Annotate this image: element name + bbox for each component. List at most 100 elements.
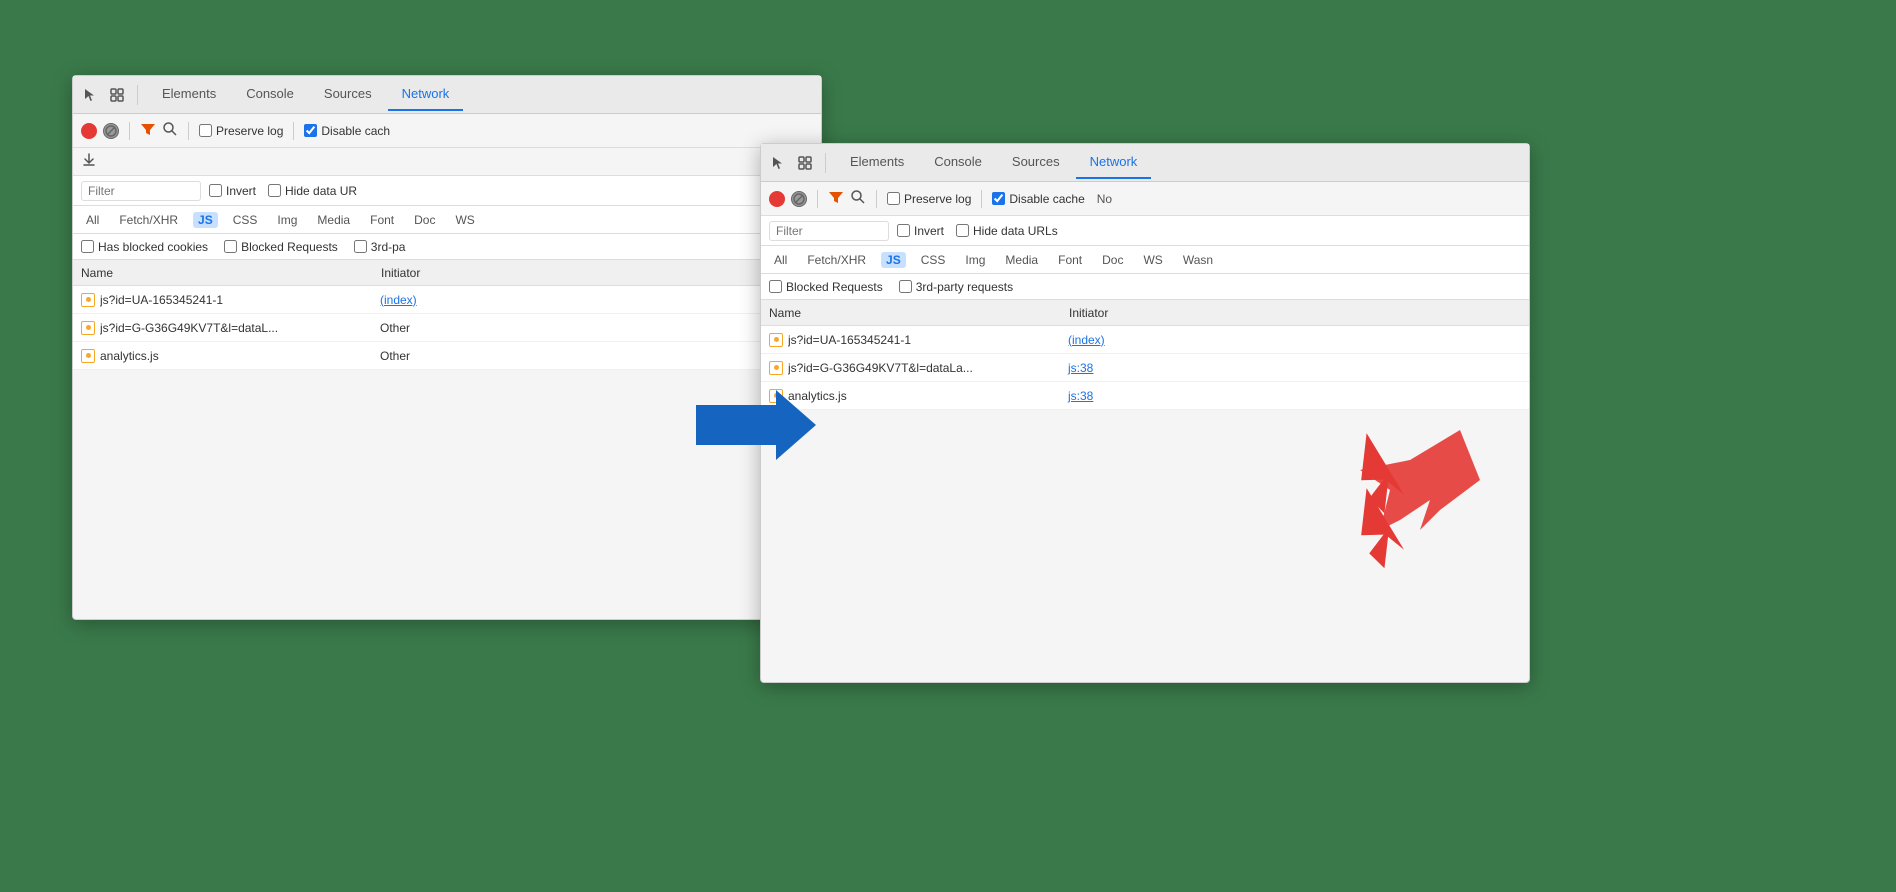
initiator-link-2-2[interactable]: js:38 [1068, 361, 1093, 375]
type-ws-2[interactable]: WS [1138, 252, 1167, 268]
type-all-1[interactable]: All [81, 212, 104, 228]
disable-cache-label-1[interactable]: Disable cach [304, 124, 390, 138]
invert-label-1[interactable]: Invert [209, 184, 256, 198]
invert-checkbox-2[interactable] [897, 224, 910, 237]
preserve-log-checkbox-2[interactable] [887, 192, 900, 205]
type-doc-1[interactable]: Doc [409, 212, 440, 228]
preserve-log-label-1[interactable]: Preserve log [199, 124, 283, 138]
has-blocked-checkbox-1[interactable] [81, 240, 94, 253]
row-initiator-1-2: Other [380, 321, 813, 335]
initiator-link-2-1[interactable]: (index) [1068, 333, 1105, 347]
cursor-icon-2[interactable] [769, 153, 789, 173]
disable-cache-checkbox-1[interactable] [304, 124, 317, 137]
initiator-link-1-1[interactable]: (index) [380, 293, 417, 307]
third-party-label-2[interactable]: 3rd-party requests [899, 280, 1013, 294]
tab-network-2[interactable]: Network [1076, 146, 1152, 179]
tab-network-1[interactable]: Network [388, 78, 464, 111]
stop-button-1[interactable] [103, 123, 119, 139]
tabs-1: Elements Console Sources Network [148, 78, 463, 111]
disable-cache-checkbox-2[interactable] [992, 192, 1005, 205]
initiator-link-2-3[interactable]: js:38 [1068, 389, 1093, 403]
type-js-1[interactable]: JS [193, 212, 218, 228]
layers-icon-2[interactable] [795, 153, 815, 173]
type-wasn-2[interactable]: Wasn [1178, 252, 1218, 268]
row-name-1-3: analytics.js [100, 349, 380, 363]
toolbar-row2-1 [73, 148, 821, 176]
type-css-1[interactable]: CSS [228, 212, 263, 228]
filter-bar-1: Invert Hide data UR [73, 176, 821, 206]
type-img-2[interactable]: Img [960, 252, 990, 268]
blocked-requests-label-1[interactable]: Blocked Requests [224, 240, 338, 254]
stop-button-2[interactable] [791, 191, 807, 207]
type-filter-bar-1: All Fetch/XHR JS CSS Img Media Font Doc … [73, 206, 821, 234]
blocked-requests-checkbox-2[interactable] [769, 280, 782, 293]
blocked-requests-label-2[interactable]: Blocked Requests [769, 280, 883, 294]
tab-elements-1[interactable]: Elements [148, 78, 230, 111]
search-icon-1[interactable] [162, 121, 178, 140]
type-font-1[interactable]: Font [365, 212, 399, 228]
tab-sources-2[interactable]: Sources [998, 146, 1074, 179]
table-row[interactable]: js?id=UA-165345241-1 (index) [761, 326, 1529, 354]
third-party-checkbox-2[interactable] [899, 280, 912, 293]
table-row[interactable]: js?id=UA-165345241-1 (index) [73, 286, 821, 314]
table-row[interactable]: js?id=G-G36G49KV7T&l=dataL... Other [73, 314, 821, 342]
type-ws-1[interactable]: WS [450, 212, 479, 228]
type-media-2[interactable]: Media [1000, 252, 1043, 268]
type-media-1[interactable]: Media [312, 212, 355, 228]
row-initiator-2-1: (index) [1068, 333, 1521, 347]
hide-data-urls-checkbox-1[interactable] [268, 184, 281, 197]
no-throttle-label: No [1097, 192, 1112, 206]
tab-bar-2: Elements Console Sources Network [761, 144, 1529, 182]
layers-icon[interactable] [107, 85, 127, 105]
row-name-2-2: js?id=G-G36G49KV7T&l=dataLa... [788, 361, 1068, 375]
preserve-log-label-2[interactable]: Preserve log [887, 192, 971, 206]
type-js-2[interactable]: JS [881, 252, 906, 268]
tab-bar-1: Elements Console Sources Network [73, 76, 821, 114]
row-initiator-2-2: js:38 [1068, 361, 1521, 375]
row-js-icon [769, 333, 783, 347]
preserve-log-checkbox-1[interactable] [199, 124, 212, 137]
type-css-2[interactable]: CSS [916, 252, 951, 268]
col-header-initiator-2: Initiator [1069, 306, 1521, 320]
table-header-2: Name Initiator [761, 300, 1529, 326]
tabs-2: Elements Console Sources Network [836, 146, 1151, 179]
filter-icon-2[interactable] [828, 189, 844, 208]
hide-data-urls-checkbox-2[interactable] [956, 224, 969, 237]
record-button-1[interactable] [81, 123, 97, 139]
row-initiator-2-3: js:38 [1068, 389, 1521, 403]
filter-icon-1[interactable] [140, 121, 156, 140]
invert-checkbox-1[interactable] [209, 184, 222, 197]
col-header-name-1: Name [81, 266, 381, 280]
sep-3 [293, 122, 294, 140]
type-xhr-2[interactable]: Fetch/XHR [802, 252, 871, 268]
table-row[interactable]: analytics.js js:38 [761, 382, 1529, 410]
tab-sources-1[interactable]: Sources [310, 78, 386, 111]
tab-elements-2[interactable]: Elements [836, 146, 918, 179]
hide-data-urls-label-1[interactable]: Hide data UR [268, 184, 357, 198]
filter-input-2[interactable] [769, 221, 889, 241]
type-xhr-1[interactable]: Fetch/XHR [114, 212, 183, 228]
search-icon-2[interactable] [850, 189, 866, 208]
tab-console-1[interactable]: Console [232, 78, 308, 111]
type-font-2[interactable]: Font [1053, 252, 1087, 268]
cursor-icon[interactable] [81, 85, 101, 105]
type-doc-2[interactable]: Doc [1097, 252, 1128, 268]
blue-arrow [696, 390, 816, 463]
type-all-2[interactable]: All [769, 252, 792, 268]
type-img-1[interactable]: Img [272, 212, 302, 228]
record-button-2[interactable] [769, 191, 785, 207]
hide-data-urls-label-2[interactable]: Hide data URLs [956, 224, 1058, 238]
third-party-checkbox-1[interactable] [354, 240, 367, 253]
disable-cache-label-2[interactable]: Disable cache [992, 192, 1084, 206]
third-party-label-1[interactable]: 3rd-pa [354, 240, 406, 254]
download-icon-1[interactable] [81, 152, 97, 171]
has-blocked-label-1[interactable]: Has blocked cookies [81, 240, 208, 254]
invert-label-2[interactable]: Invert [897, 224, 944, 238]
tab-console-2[interactable]: Console [920, 146, 996, 179]
sep-1 [129, 122, 130, 140]
blocked-requests-checkbox-1[interactable] [224, 240, 237, 253]
tab-icon-group [81, 85, 138, 105]
table-row[interactable]: js?id=G-G36G49KV7T&l=dataLa... js:38 [761, 354, 1529, 382]
table-row[interactable]: analytics.js Other [73, 342, 821, 370]
filter-input-1[interactable] [81, 181, 201, 201]
